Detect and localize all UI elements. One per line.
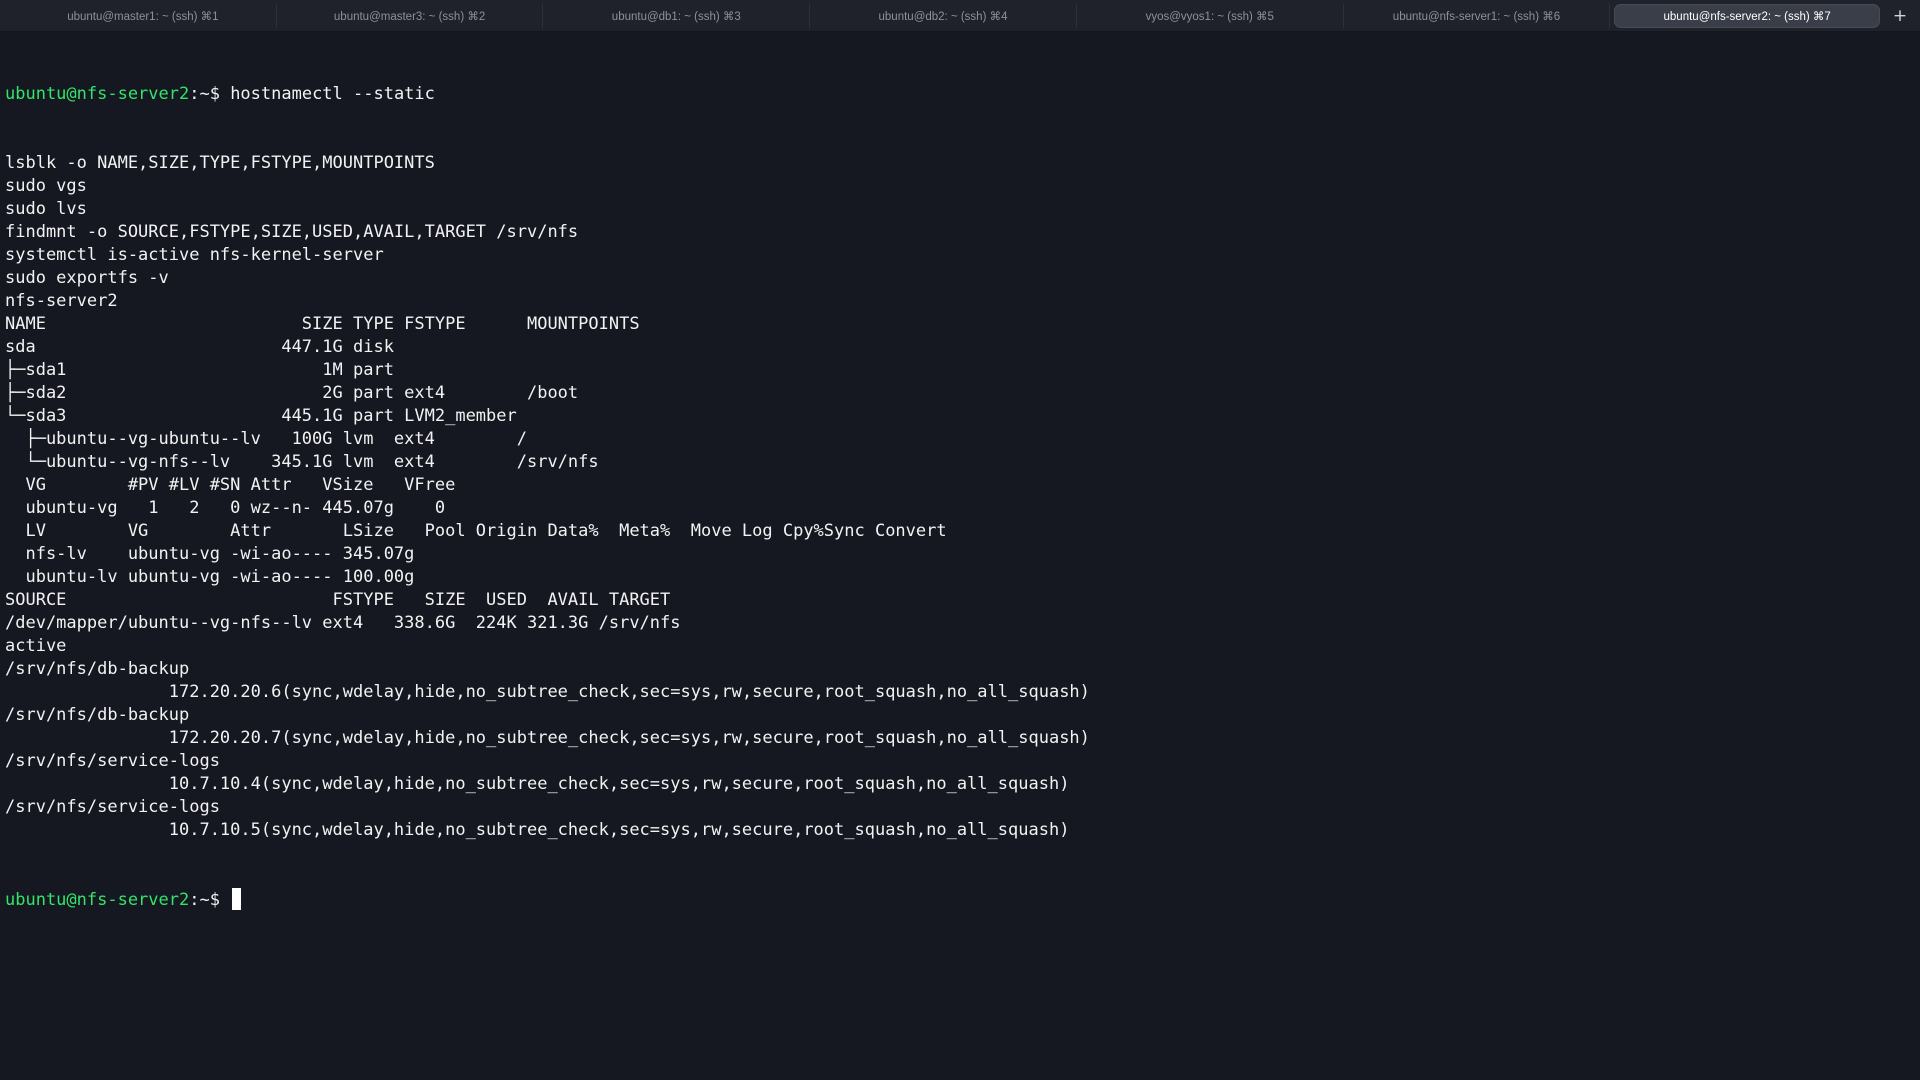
output-line: findmnt -o SOURCE,FSTYPE,SIZE,USED,AVAIL… (5, 222, 579, 242)
output-line: /dev/mapper/ubuntu--vg-nfs--lv ext4 338.… (5, 613, 681, 633)
prompt-separator: :~$ (189, 890, 220, 910)
output-line: NAME SIZE TYPE FSTYPE MOUNTPOINTS (5, 314, 640, 334)
prompt-user: ubuntu@nfs-server2 (5, 84, 190, 104)
command-text: hostnamectl --static (219, 84, 435, 104)
tab-db2[interactable]: ubuntu@db2: ~ (ssh) ⌘4 (810, 3, 1077, 28)
terminal-window: ubuntu@master1: ~ (ssh) ⌘1 ubuntu@master… (0, 0, 1920, 1080)
new-tab-button[interactable]: + (1886, 4, 1914, 28)
output-line: /srv/nfs/service-logs (5, 751, 220, 771)
output-lines: lsblk -o NAME,SIZE,TYPE,FSTYPE,MOUNTPOIN… (5, 152, 1915, 842)
output-line: systemctl is-active nfs-kernel-server (5, 245, 384, 265)
output-line: └─ubuntu--vg-nfs--lv 345.1G lvm ext4 /sr… (5, 452, 599, 472)
output-line: sda 447.1G disk (5, 337, 394, 357)
output-line: sudo vgs (5, 176, 87, 196)
output-line: 10.7.10.4(sync,wdelay,hide,no_subtree_ch… (5, 774, 1070, 794)
output-line: sudo lvs (5, 199, 87, 219)
output-line: 10.7.10.5(sync,wdelay,hide,no_subtree_ch… (5, 820, 1070, 840)
output-line: /srv/nfs/db-backup (5, 705, 190, 725)
tab-bar: ubuntu@master1: ~ (ssh) ⌘1 ubuntu@master… (0, 0, 1920, 32)
output-line: /srv/nfs/service-logs (5, 797, 220, 817)
output-line: ├─ubuntu--vg-ubuntu--lv 100G lvm ext4 / (5, 429, 527, 449)
tab-nfs-server1[interactable]: ubuntu@nfs-server1: ~ (ssh) ⌘6 (1344, 3, 1611, 28)
output-line: ├─sda2 2G part ext4 /boot (5, 383, 579, 403)
command-line: ubuntu@nfs-server2:~$ hostnamectl --stat… (5, 83, 1915, 106)
output-line: ├─sda1 1M part (5, 360, 394, 380)
tab-master1[interactable]: ubuntu@master1: ~ (ssh) ⌘1 (10, 3, 277, 28)
output-line: SOURCE FSTYPE SIZE USED AVAIL TARGET (5, 590, 671, 610)
output-line: VG #PV #LV #SN Attr VSize VFree (5, 475, 456, 495)
output-line: 172.20.20.6(sync,wdelay,hide,no_subtree_… (5, 682, 1090, 702)
plus-icon: + (1892, 5, 1908, 26)
output-line: lsblk -o NAME,SIZE,TYPE,FSTYPE,MOUNTPOIN… (5, 153, 435, 173)
tab-master3[interactable]: ubuntu@master3: ~ (ssh) ⌘2 (277, 3, 544, 28)
tab-nfs-server2[interactable]: ubuntu@nfs-server2: ~ (ssh) ⌘7 (1614, 3, 1881, 28)
output-line: nfs-server2 (5, 291, 118, 311)
terminal-output[interactable]: ubuntu@nfs-server2:~$ hostnamectl --stat… (5, 37, 1915, 1075)
output-line: /srv/nfs/db-backup (5, 659, 190, 679)
active-prompt-line[interactable]: ubuntu@nfs-server2:~$ (5, 888, 1915, 911)
output-line: active (5, 636, 67, 656)
output-line: └─sda3 445.1G part LVM2_member (5, 406, 517, 426)
prompt-separator: :~$ (189, 84, 220, 104)
tab-db1[interactable]: ubuntu@db1: ~ (ssh) ⌘3 (543, 3, 811, 28)
prompt-user: ubuntu@nfs-server2 (5, 890, 190, 910)
output-line: nfs-lv ubuntu-vg -wi-ao---- 345.07g (5, 544, 415, 564)
tab-vyos1[interactable]: vyos@vyos1: ~ (ssh) ⌘5 (1077, 3, 1344, 28)
output-line: 172.20.20.7(sync,wdelay,hide,no_subtree_… (5, 728, 1090, 748)
command-input[interactable] (220, 890, 230, 910)
output-line: LV VG Attr LSize Pool Origin Data% Meta%… (5, 521, 947, 541)
tab-list: ubuntu@master1: ~ (ssh) ⌘1 ubuntu@master… (10, 3, 1881, 29)
text-cursor (232, 888, 242, 910)
output-line: sudo exportfs -v (5, 268, 169, 288)
output-line: ubuntu-lv ubuntu-vg -wi-ao---- 100.00g (5, 567, 415, 587)
output-line: ubuntu-vg 1 2 0 wz--n- 445.07g 0 (5, 498, 446, 518)
